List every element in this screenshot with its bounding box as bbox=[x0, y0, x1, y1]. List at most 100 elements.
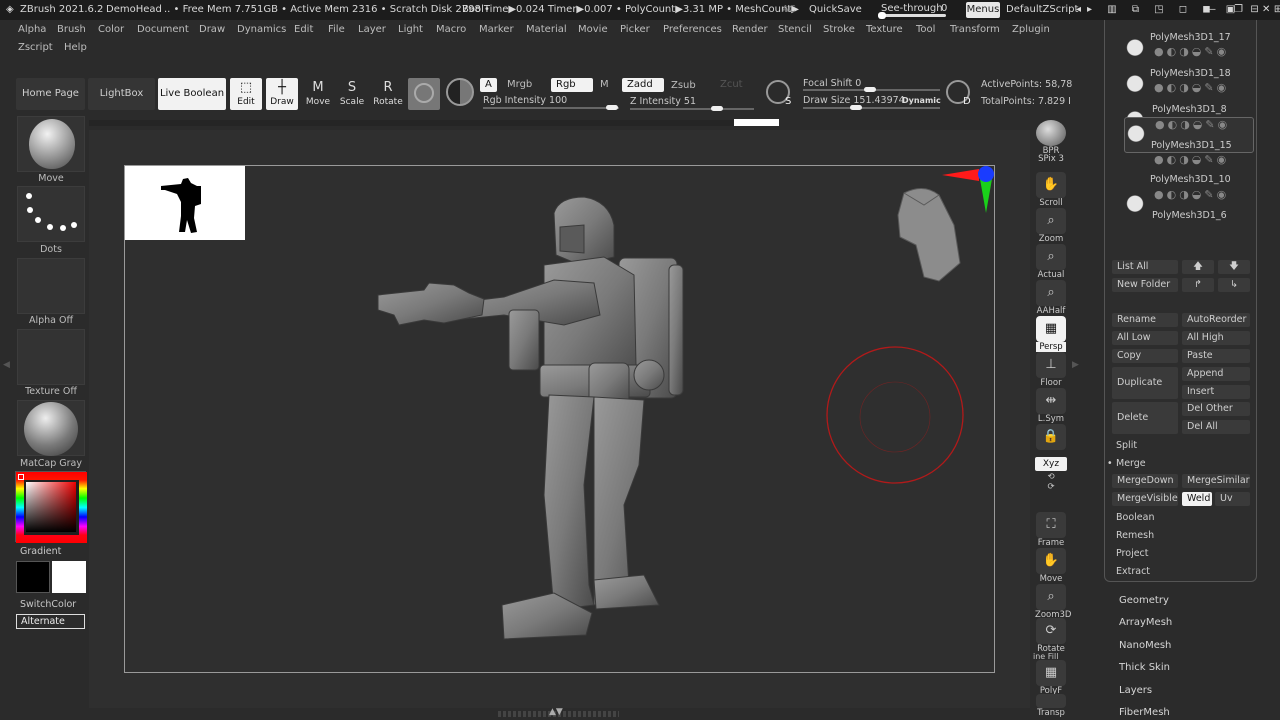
del-other-button[interactable]: Del Other bbox=[1182, 402, 1250, 416]
menu-marker[interactable]: Marker bbox=[479, 24, 514, 35]
viewport-rotate-button[interactable]: ⟳ Rotate bbox=[1035, 618, 1067, 654]
live-boolean-button[interactable]: Live Boolean bbox=[158, 78, 226, 110]
bpr-button[interactable]: BPR bbox=[1035, 120, 1067, 156]
menu-movie[interactable]: Movie bbox=[578, 24, 608, 35]
rename-button[interactable]: Rename bbox=[1112, 313, 1178, 327]
home-page-button[interactable]: Home Page bbox=[16, 78, 85, 110]
xyz-button[interactable]: Xyz bbox=[1035, 457, 1067, 471]
subtool-toggles-icon[interactable]: ●◐◑◒✎◉ bbox=[1155, 118, 1230, 131]
uv-button[interactable]: Uv bbox=[1215, 492, 1250, 506]
spix-slider[interactable]: SPix 3 bbox=[1035, 154, 1067, 164]
subtool-toggles-icon[interactable]: ●◐◑◒✎◉ bbox=[1154, 188, 1229, 201]
copy-button[interactable]: Copy bbox=[1112, 349, 1178, 363]
split-section[interactable]: Split bbox=[1116, 440, 1137, 451]
color-picker[interactable] bbox=[15, 471, 87, 543]
menu-transform[interactable]: Transform bbox=[950, 24, 1000, 35]
insert-button[interactable]: Insert bbox=[1182, 385, 1250, 399]
subtool-item[interactable]: PolyMesh3D1_18 ●◐◑◒✎◉ bbox=[1124, 68, 1254, 104]
rgb-intensity-knob[interactable] bbox=[606, 105, 618, 110]
boolean-section[interactable]: Boolean bbox=[1116, 512, 1154, 523]
menu-preferences[interactable]: Preferences bbox=[663, 24, 722, 35]
viewport-move-button[interactable]: ✋ Move bbox=[1035, 548, 1067, 584]
rotate-button[interactable]: R Rotate bbox=[372, 78, 404, 110]
menu-picker[interactable]: Picker bbox=[620, 24, 650, 35]
subtool-item[interactable]: ●◐◑◒✎◉ PolyMesh3D1_6 bbox=[1124, 188, 1254, 224]
arraymesh-category[interactable]: ArrayMesh bbox=[1119, 617, 1172, 628]
default-zscript-button[interactable]: DefaultZScript bbox=[1006, 4, 1078, 15]
new-folder-button[interactable]: New Folder bbox=[1112, 278, 1178, 292]
subtool-toggles-icon[interactable]: ●◐◑◒✎◉ bbox=[1154, 45, 1229, 58]
zadd-button[interactable]: Zadd bbox=[622, 78, 664, 92]
quicksave-button[interactable]: QuickSave bbox=[809, 4, 862, 15]
zoom3d-button[interactable]: ⌕ Zoom3D bbox=[1035, 584, 1071, 620]
rgb-button[interactable]: Rgb bbox=[551, 78, 593, 92]
frame-button[interactable]: ⛶ Frame bbox=[1035, 512, 1067, 548]
lsym-button[interactable]: ⇹ L.Sym bbox=[1035, 388, 1067, 424]
scroll-button[interactable]: ✋ Scroll bbox=[1035, 172, 1067, 208]
paste-button[interactable]: Paste bbox=[1182, 349, 1250, 363]
project-section[interactable]: Project bbox=[1116, 548, 1149, 559]
arrow-up-right-icon[interactable]: ↱ bbox=[1182, 278, 1214, 292]
menu-light[interactable]: Light bbox=[398, 24, 423, 35]
remesh-section[interactable]: Remesh bbox=[1116, 530, 1154, 541]
subtool-toggles-icon[interactable]: ●◐◑◒✎◉ bbox=[1154, 81, 1229, 94]
a-button[interactable]: A bbox=[480, 78, 497, 92]
menu-texture[interactable]: Texture bbox=[866, 24, 903, 35]
polyf-button[interactable]: ▦ PolyF bbox=[1035, 660, 1067, 696]
geometry-category[interactable]: Geometry bbox=[1119, 595, 1169, 606]
all-low-button[interactable]: All Low bbox=[1112, 331, 1178, 345]
move-button[interactable]: M Move bbox=[302, 78, 334, 110]
mergevisible-button[interactable]: MergeVisible bbox=[1112, 492, 1178, 506]
lightbox-button[interactable]: LightBox bbox=[88, 78, 155, 110]
alternate-button[interactable]: Alternate bbox=[16, 614, 85, 629]
draw-button[interactable]: ┼ Draw bbox=[266, 78, 298, 110]
bottom-tray-toggle-icon[interactable]: ▲▼ bbox=[549, 707, 563, 717]
focal-shift-knob[interactable] bbox=[864, 87, 876, 92]
menu-stroke[interactable]: Stroke bbox=[823, 24, 855, 35]
lock-button[interactable]: 🔒 bbox=[1035, 424, 1067, 450]
append-button[interactable]: Append bbox=[1182, 367, 1250, 381]
material-mode-icon[interactable] bbox=[446, 78, 474, 106]
menu-zplugin[interactable]: Zplugin bbox=[1012, 24, 1050, 35]
draw-size-slider[interactable] bbox=[803, 107, 940, 109]
rotate-axis-button[interactable]: ⟲ ⟳ bbox=[1035, 472, 1067, 492]
right-tray-toggle-icon[interactable]: ▶ bbox=[1072, 360, 1079, 370]
persp-button[interactable]: ▦ Persp bbox=[1035, 316, 1067, 352]
aahalf-button[interactable]: ⌕ AAHalf bbox=[1035, 280, 1067, 316]
delete-button[interactable]: Delete bbox=[1112, 402, 1178, 434]
panel-scrollbar[interactable] bbox=[1258, 20, 1280, 600]
actual-button[interactable]: ⌕ Actual bbox=[1035, 244, 1067, 280]
arrow-down-right-icon[interactable]: ↳ bbox=[1218, 278, 1250, 292]
z-intensity-slider[interactable] bbox=[630, 108, 754, 110]
zsub-button[interactable]: Zsub bbox=[666, 79, 701, 93]
draw-size-knob[interactable] bbox=[850, 105, 862, 110]
left-tray-toggle-icon[interactable]: ◀ bbox=[3, 360, 10, 370]
switch-color-button[interactable]: SwitchColor bbox=[20, 599, 76, 610]
move-up-icon[interactable]: 🡅 bbox=[1182, 260, 1214, 274]
material-slot[interactable] bbox=[17, 400, 85, 456]
stroke-slot[interactable] bbox=[17, 186, 85, 242]
menu-edit[interactable]: Edit bbox=[294, 24, 313, 35]
nanomesh-category[interactable]: NanoMesh bbox=[1119, 640, 1171, 651]
mrgb-button[interactable]: Mrgb bbox=[502, 78, 537, 92]
z-intensity-knob[interactable] bbox=[711, 106, 723, 111]
menu-color[interactable]: Color bbox=[98, 24, 124, 35]
maximize-icon[interactable]: ❐ bbox=[1234, 4, 1243, 15]
hue-ring[interactable] bbox=[16, 472, 87, 543]
duplicate-button[interactable]: Duplicate bbox=[1112, 367, 1178, 399]
all-high-button[interactable]: All High bbox=[1182, 331, 1250, 345]
fibermesh-category[interactable]: FiberMesh bbox=[1119, 707, 1170, 718]
brush-slot[interactable] bbox=[17, 116, 85, 172]
transp-button[interactable]: Transp bbox=[1035, 694, 1067, 718]
move-down-icon[interactable]: 🡇 bbox=[1218, 260, 1250, 274]
rgb-intensity-slider[interactable] bbox=[483, 107, 619, 109]
thick-skin-category[interactable]: Thick Skin bbox=[1119, 662, 1170, 673]
menu-help[interactable]: Help bbox=[64, 42, 87, 53]
menu-tool[interactable]: Tool bbox=[916, 24, 935, 35]
mergedown-button[interactable]: MergeDown bbox=[1112, 474, 1178, 488]
scale-button[interactable]: S Scale bbox=[336, 78, 368, 110]
del-all-button[interactable]: Del All bbox=[1182, 420, 1250, 434]
menu-material[interactable]: Material bbox=[526, 24, 567, 35]
m-button[interactable]: M bbox=[595, 78, 614, 92]
subtool-toggles-icon[interactable]: ●◐◑◒✎◉ bbox=[1154, 153, 1229, 166]
